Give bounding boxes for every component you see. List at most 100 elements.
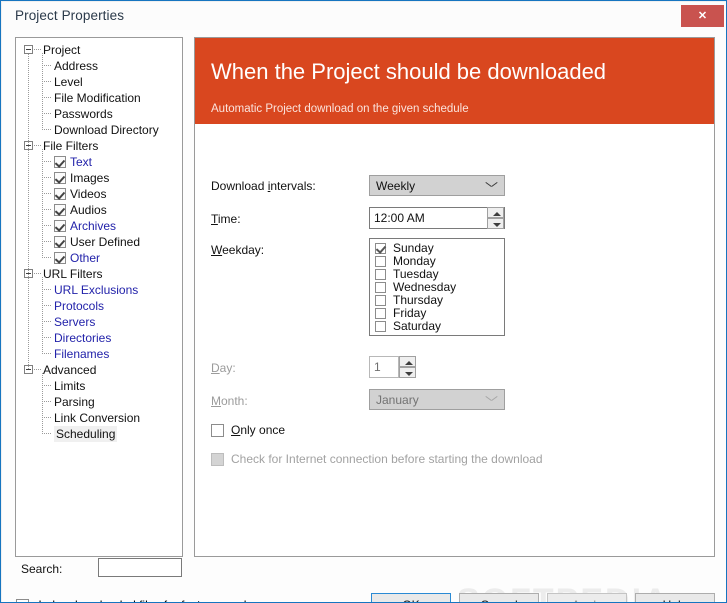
sidebar-item-link-conversion[interactable]: Link Conversion bbox=[16, 410, 182, 426]
tree-checkbox[interactable] bbox=[54, 252, 66, 264]
weekday-checkbox[interactable] bbox=[375, 269, 386, 280]
sidebar-item-directories[interactable]: Directories bbox=[16, 330, 182, 346]
sidebar-item-address[interactable]: Address bbox=[16, 58, 182, 74]
page-title: When the Project should be downloaded bbox=[211, 59, 607, 84]
day-value[interactable]: 1 bbox=[369, 356, 399, 378]
tree-connector bbox=[34, 369, 41, 370]
sidebar-item-advanced[interactable]: Advanced bbox=[16, 362, 182, 378]
sidebar-item-protocols[interactable]: Protocols bbox=[16, 298, 182, 314]
weekday-checkbox[interactable] bbox=[375, 295, 386, 306]
tree-checkbox[interactable] bbox=[54, 188, 66, 200]
index-files-checkbox[interactable] bbox=[16, 599, 29, 602]
search-label: Search: bbox=[21, 562, 63, 576]
time-value[interactable]: 12:00 AM bbox=[369, 207, 505, 229]
weekday-listbox[interactable]: Sunday Monday Tuesday Wednesday Thursday Frid… bbox=[369, 238, 505, 336]
weekday-checkbox[interactable] bbox=[375, 308, 386, 319]
sidebar-item-label: Images bbox=[70, 171, 110, 185]
day-label: Day: bbox=[211, 361, 236, 375]
month-combobox[interactable]: January bbox=[369, 389, 505, 410]
settings-tree-panel[interactable]: Project Address Level File Modification Pass… bbox=[15, 37, 183, 557]
close-button[interactable]: ✕ bbox=[681, 5, 724, 27]
sidebar-item-file-modification[interactable]: File Modification bbox=[16, 90, 182, 106]
weekday-checkbox[interactable] bbox=[375, 256, 386, 267]
day-spinner-up-button[interactable] bbox=[399, 356, 416, 367]
tree-trunk bbox=[42, 373, 43, 434]
window-title: Project Properties bbox=[15, 8, 125, 23]
time-spinner-down-button[interactable] bbox=[487, 218, 504, 229]
tree-trunk bbox=[42, 277, 43, 354]
tree-root-trunk bbox=[28, 54, 29, 370]
settings-tree: Project Address Level File Modification Pass… bbox=[16, 42, 182, 442]
sidebar-item-archives[interactable]: Archives bbox=[16, 218, 182, 234]
tree-connector bbox=[42, 321, 52, 322]
sidebar-item-filenames[interactable]: Filenames bbox=[16, 346, 182, 362]
triangle-up-icon bbox=[493, 212, 501, 216]
sidebar-item-label: Link Conversion bbox=[54, 411, 141, 425]
check-internet-label: Check for Internet connection before sta… bbox=[231, 452, 543, 466]
sidebar-item-label: User Defined bbox=[70, 235, 141, 249]
weekday-item-saturday[interactable]: Saturday bbox=[374, 320, 504, 333]
sidebar-item-videos[interactable]: Videos bbox=[16, 186, 182, 202]
only-once-checkbox[interactable] bbox=[211, 424, 224, 437]
tree-connector bbox=[42, 65, 52, 66]
sidebar-item-servers[interactable]: Servers bbox=[16, 314, 182, 330]
download-intervals-combobox[interactable]: Weekly bbox=[369, 175, 505, 196]
sidebar-item-text[interactable]: Text bbox=[16, 154, 182, 170]
weekday-label-text: Tuesday bbox=[393, 267, 439, 281]
ok-button[interactable]: OK bbox=[371, 593, 451, 602]
weekday-checkbox[interactable] bbox=[375, 243, 386, 254]
time-spinner-up-button[interactable] bbox=[487, 207, 504, 218]
index-files-label: Index downloaded files for faster search bbox=[38, 598, 250, 602]
day-spinner[interactable]: 1 bbox=[369, 356, 416, 378]
sidebar-item-label: Scheduling bbox=[54, 426, 118, 442]
apply-button[interactable]: Apply bbox=[547, 593, 627, 602]
sidebar-item-url-exclusions[interactable]: URL Exclusions bbox=[16, 282, 182, 298]
tree-checkbox[interactable] bbox=[54, 172, 66, 184]
sidebar-item-label: URL Exclusions bbox=[54, 283, 139, 297]
sidebar-item-label: Videos bbox=[70, 187, 107, 201]
tree-connector bbox=[42, 385, 52, 386]
time-spinner-buttons[interactable] bbox=[487, 207, 504, 229]
sidebar-item-label: Project bbox=[43, 43, 81, 57]
sidebar-item-label: Download Directory bbox=[54, 123, 159, 137]
tree-collapse-icon[interactable] bbox=[24, 45, 33, 54]
tree-connector bbox=[42, 177, 52, 178]
sidebar-item-other[interactable]: Other bbox=[16, 250, 182, 266]
sidebar-item-label: File Modification bbox=[54, 91, 141, 105]
search-input[interactable] bbox=[98, 558, 182, 577]
tree-checkbox[interactable] bbox=[54, 156, 66, 168]
sidebar-item-url-filters[interactable]: URL Filters bbox=[16, 266, 182, 282]
project-properties-window: Project Properties ✕ Project Address Level… bbox=[0, 0, 727, 603]
sidebar-item-project[interactable]: Project bbox=[16, 42, 182, 58]
sidebar-item-passwords[interactable]: Passwords bbox=[16, 106, 182, 122]
tree-checkbox[interactable] bbox=[54, 220, 66, 232]
sidebar-item-label: Parsing bbox=[54, 395, 95, 409]
index-files-checkbox-row[interactable]: Index downloaded files for faster search bbox=[16, 598, 250, 602]
sidebar-item-label: Other bbox=[70, 251, 101, 265]
tree-checkbox[interactable] bbox=[54, 236, 66, 248]
weekday-checkbox[interactable] bbox=[375, 321, 386, 332]
day-spinner-buttons[interactable] bbox=[399, 356, 416, 378]
sidebar-item-scheduling[interactable]: Scheduling bbox=[16, 426, 182, 442]
weekday-label: Weekday: bbox=[211, 243, 265, 257]
sidebar-item-level[interactable]: Level bbox=[16, 74, 182, 90]
sidebar-item-audios[interactable]: Audios bbox=[16, 202, 182, 218]
sidebar-item-download-directory[interactable]: Download Directory bbox=[16, 122, 182, 138]
help-button[interactable]: Help bbox=[635, 593, 715, 602]
sidebar-item-label: URL Filters bbox=[43, 267, 103, 281]
day-spinner-down-button[interactable] bbox=[399, 367, 416, 378]
weekday-label-text: Monday bbox=[393, 254, 436, 268]
cancel-button[interactable]: Cancel bbox=[459, 593, 539, 602]
weekday-checkbox[interactable] bbox=[375, 282, 386, 293]
tree-trunk bbox=[42, 53, 43, 130]
sidebar-item-limits[interactable]: Limits bbox=[16, 378, 182, 394]
tree-checkbox[interactable] bbox=[54, 204, 66, 216]
sidebar-item-images[interactable]: Images bbox=[16, 170, 182, 186]
time-spinner[interactable]: 12:00 AM bbox=[369, 207, 505, 229]
tree-connector bbox=[42, 417, 52, 418]
sidebar-item-file-filters[interactable]: File Filters bbox=[16, 138, 182, 154]
sidebar-item-parsing[interactable]: Parsing bbox=[16, 394, 182, 410]
sidebar-item-user-defined[interactable]: User Defined bbox=[16, 234, 182, 250]
sidebar-item-label: Archives bbox=[70, 219, 117, 233]
chevron-down-icon bbox=[487, 182, 496, 188]
